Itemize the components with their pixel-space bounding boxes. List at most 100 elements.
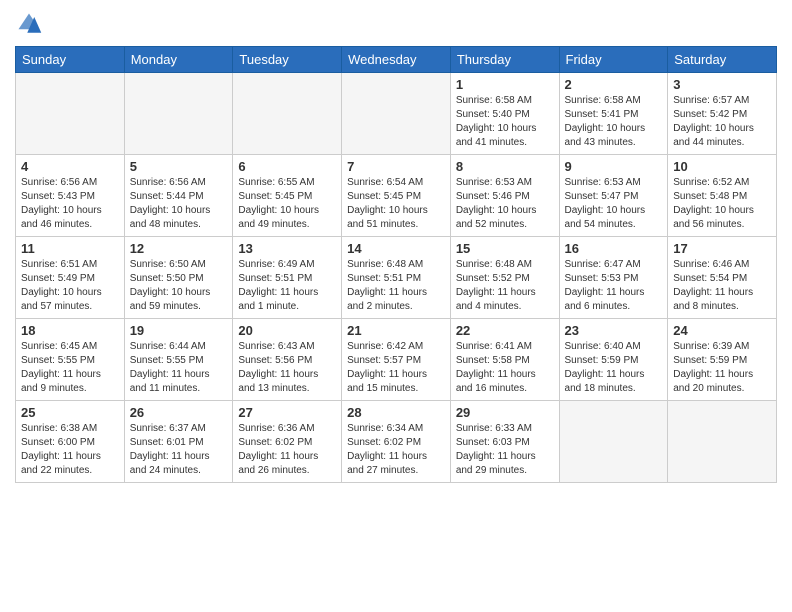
calendar-cell: 16 Sunrise: 6:47 AM Sunset: 5:53 PM Dayli… [559,237,668,319]
calendar-cell: 4 Sunrise: 6:56 AM Sunset: 5:43 PM Daylig… [16,155,125,237]
day-info: Sunrise: 6:58 AM Sunset: 5:40 PM Dayligh… [456,94,554,150]
day-number: 8 [456,159,554,174]
calendar-cell: 13Sunrise: 6:49 AM Sunset: 5:51 PM Dayli… [233,237,342,319]
day-info: Sunrise: 6:48 AM Sunset: 5:52 PM Dayligh… [456,258,554,314]
calendar-cell: 25 Sunrise: 6:38 AM Sunset: 6:00 PM Dayli… [16,401,125,483]
day-number: 12 [130,241,228,256]
day-number: 5 [130,159,228,174]
day-info: Sunrise: 6:51 AM Sunset: 5:49 PM Dayligh… [21,258,119,314]
day-info: Sunrise: 6:55 AM Sunset: 5:45 PM Dayligh… [238,176,336,232]
day-number: 22 [456,323,554,338]
day-info: Sunrise: 6:46 AM Sunset: 5:54 PM Dayligh… [673,258,771,314]
calendar-cell: 24 Sunrise: 6:39 AM Sunset: 5:59 PM Dayli… [668,319,777,401]
day-number: 15 [456,241,554,256]
day-info: Sunrise: 6:45 AM Sunset: 5:55 PM Dayligh… [21,340,119,396]
calendar-cell: 8 Sunrise: 6:53 AM Sunset: 5:46 PM Daylig… [450,155,559,237]
day-info: Sunrise: 6:52 AM Sunset: 5:48 PM Dayligh… [673,176,771,232]
day-info: Sunrise: 6:48 AM Sunset: 5:51 PM Dayligh… [347,258,445,314]
calendar-week-2: 11 Sunrise: 6:51 AM Sunset: 5:49 PM Dayli… [16,237,777,319]
day-number: 27 [238,405,336,420]
day-number: 19 [130,323,228,338]
calendar-cell: 29 Sunrise: 6:33 AM Sunset: 6:03 PM Dayli… [450,401,559,483]
calendar-header-friday: Friday [559,47,668,73]
calendar-header-tuesday: Tuesday [233,47,342,73]
day-number: 4 [21,159,119,174]
calendar-cell: 27 Sunrise: 6:36 AM Sunset: 6:02 PM Dayli… [233,401,342,483]
calendar-cell [16,73,125,155]
day-number: 21 [347,323,445,338]
day-number: 16 [565,241,663,256]
calendar-cell: 3 Sunrise: 6:57 AM Sunset: 5:42 PM Daylig… [668,73,777,155]
day-info: Sunrise: 6:56 AM Sunset: 5:44 PM Dayligh… [130,176,228,232]
day-number: 24 [673,323,771,338]
calendar: SundayMondayTuesdayWednesdayThursdayFrid… [15,46,777,483]
day-info: Sunrise: 6:57 AM Sunset: 5:42 PM Dayligh… [673,94,771,150]
day-number: 28 [347,405,445,420]
calendar-cell: 28 Sunrise: 6:34 AM Sunset: 6:02 PM Dayli… [342,401,451,483]
day-info: Sunrise: 6:42 AM Sunset: 5:57 PM Dayligh… [347,340,445,396]
day-number: 20 [238,323,336,338]
day-number: 23 [565,323,663,338]
calendar-cell: 23 Sunrise: 6:40 AM Sunset: 5:59 PM Dayli… [559,319,668,401]
calendar-cell: 2 Sunrise: 6:58 AM Sunset: 5:41 PM Daylig… [559,73,668,155]
day-number: 2 [565,77,663,92]
day-number: 18 [21,323,119,338]
day-info: Sunrise: 6:41 AM Sunset: 5:58 PM Dayligh… [456,340,554,396]
day-info: Sunrise: 6:38 AM Sunset: 6:00 PM Dayligh… [21,422,119,478]
page-header [15,10,777,38]
calendar-header-wednesday: Wednesday [342,47,451,73]
calendar-cell: 18 Sunrise: 6:45 AM Sunset: 5:55 PM Dayli… [16,319,125,401]
day-number: 14 [347,241,445,256]
day-number: 1 [456,77,554,92]
day-info: Sunrise: 6:44 AM Sunset: 5:55 PM Dayligh… [130,340,228,396]
calendar-cell: 7 Sunrise: 6:54 AM Sunset: 5:45 PM Daylig… [342,155,451,237]
calendar-cell: 6 Sunrise: 6:55 AM Sunset: 5:45 PM Daylig… [233,155,342,237]
day-info: Sunrise: 6:40 AM Sunset: 5:59 PM Dayligh… [565,340,663,396]
calendar-cell: 1 Sunrise: 6:58 AM Sunset: 5:40 PM Daylig… [450,73,559,155]
day-info: Sunrise: 6:47 AM Sunset: 5:53 PM Dayligh… [565,258,663,314]
day-number: 6 [238,159,336,174]
day-number: 25 [21,405,119,420]
day-number: 3 [673,77,771,92]
day-info: Sunrise: 6:54 AM Sunset: 5:45 PM Dayligh… [347,176,445,232]
logo-icon [15,10,43,38]
day-info: Sunrise: 6:33 AM Sunset: 6:03 PM Dayligh… [456,422,554,478]
calendar-cell: 12 Sunrise: 6:50 AM Sunset: 5:50 PM Dayli… [124,237,233,319]
calendar-cell: 14 Sunrise: 6:48 AM Sunset: 5:51 PM Dayli… [342,237,451,319]
day-number: 17 [673,241,771,256]
day-info: Sunrise: 6:58 AM Sunset: 5:41 PM Dayligh… [565,94,663,150]
day-info: Sunrise: 6:56 AM Sunset: 5:43 PM Dayligh… [21,176,119,232]
day-info: Sunrise: 6:37 AM Sunset: 6:01 PM Dayligh… [130,422,228,478]
calendar-cell: 26 Sunrise: 6:37 AM Sunset: 6:01 PM Dayli… [124,401,233,483]
day-info: Sunrise: 6:34 AM Sunset: 6:02 PM Dayligh… [347,422,445,478]
day-number: 26 [130,405,228,420]
calendar-cell: 17 Sunrise: 6:46 AM Sunset: 5:54 PM Dayli… [668,237,777,319]
calendar-cell [668,401,777,483]
calendar-cell [124,73,233,155]
day-number: 13 [238,241,336,256]
calendar-week-0: 1 Sunrise: 6:58 AM Sunset: 5:40 PM Daylig… [16,73,777,155]
day-number: 11 [21,241,119,256]
calendar-header-thursday: Thursday [450,47,559,73]
calendar-cell: 10 Sunrise: 6:52 AM Sunset: 5:48 PM Dayli… [668,155,777,237]
day-info: Sunrise: 6:50 AM Sunset: 5:50 PM Dayligh… [130,258,228,314]
calendar-cell: 22 Sunrise: 6:41 AM Sunset: 5:58 PM Dayli… [450,319,559,401]
calendar-header-sunday: Sunday [16,47,125,73]
calendar-cell: 11 Sunrise: 6:51 AM Sunset: 5:49 PM Dayli… [16,237,125,319]
day-number: 29 [456,405,554,420]
day-info: Sunrise: 6:36 AM Sunset: 6:02 PM Dayligh… [238,422,336,478]
calendar-body: 1 Sunrise: 6:58 AM Sunset: 5:40 PM Daylig… [16,73,777,483]
calendar-week-1: 4 Sunrise: 6:56 AM Sunset: 5:43 PM Daylig… [16,155,777,237]
day-info: Sunrise: 6:43 AM Sunset: 5:56 PM Dayligh… [238,340,336,396]
calendar-cell [342,73,451,155]
day-number: 10 [673,159,771,174]
day-info: Sunrise: 6:53 AM Sunset: 5:46 PM Dayligh… [456,176,554,232]
calendar-header-monday: Monday [124,47,233,73]
day-info: Sunrise: 6:39 AM Sunset: 5:59 PM Dayligh… [673,340,771,396]
day-info: Sunrise: 6:53 AM Sunset: 5:47 PM Dayligh… [565,176,663,232]
day-number: 7 [347,159,445,174]
calendar-cell: 5 Sunrise: 6:56 AM Sunset: 5:44 PM Daylig… [124,155,233,237]
day-number: 9 [565,159,663,174]
calendar-cell: 9 Sunrise: 6:53 AM Sunset: 5:47 PM Daylig… [559,155,668,237]
calendar-week-3: 18 Sunrise: 6:45 AM Sunset: 5:55 PM Dayli… [16,319,777,401]
